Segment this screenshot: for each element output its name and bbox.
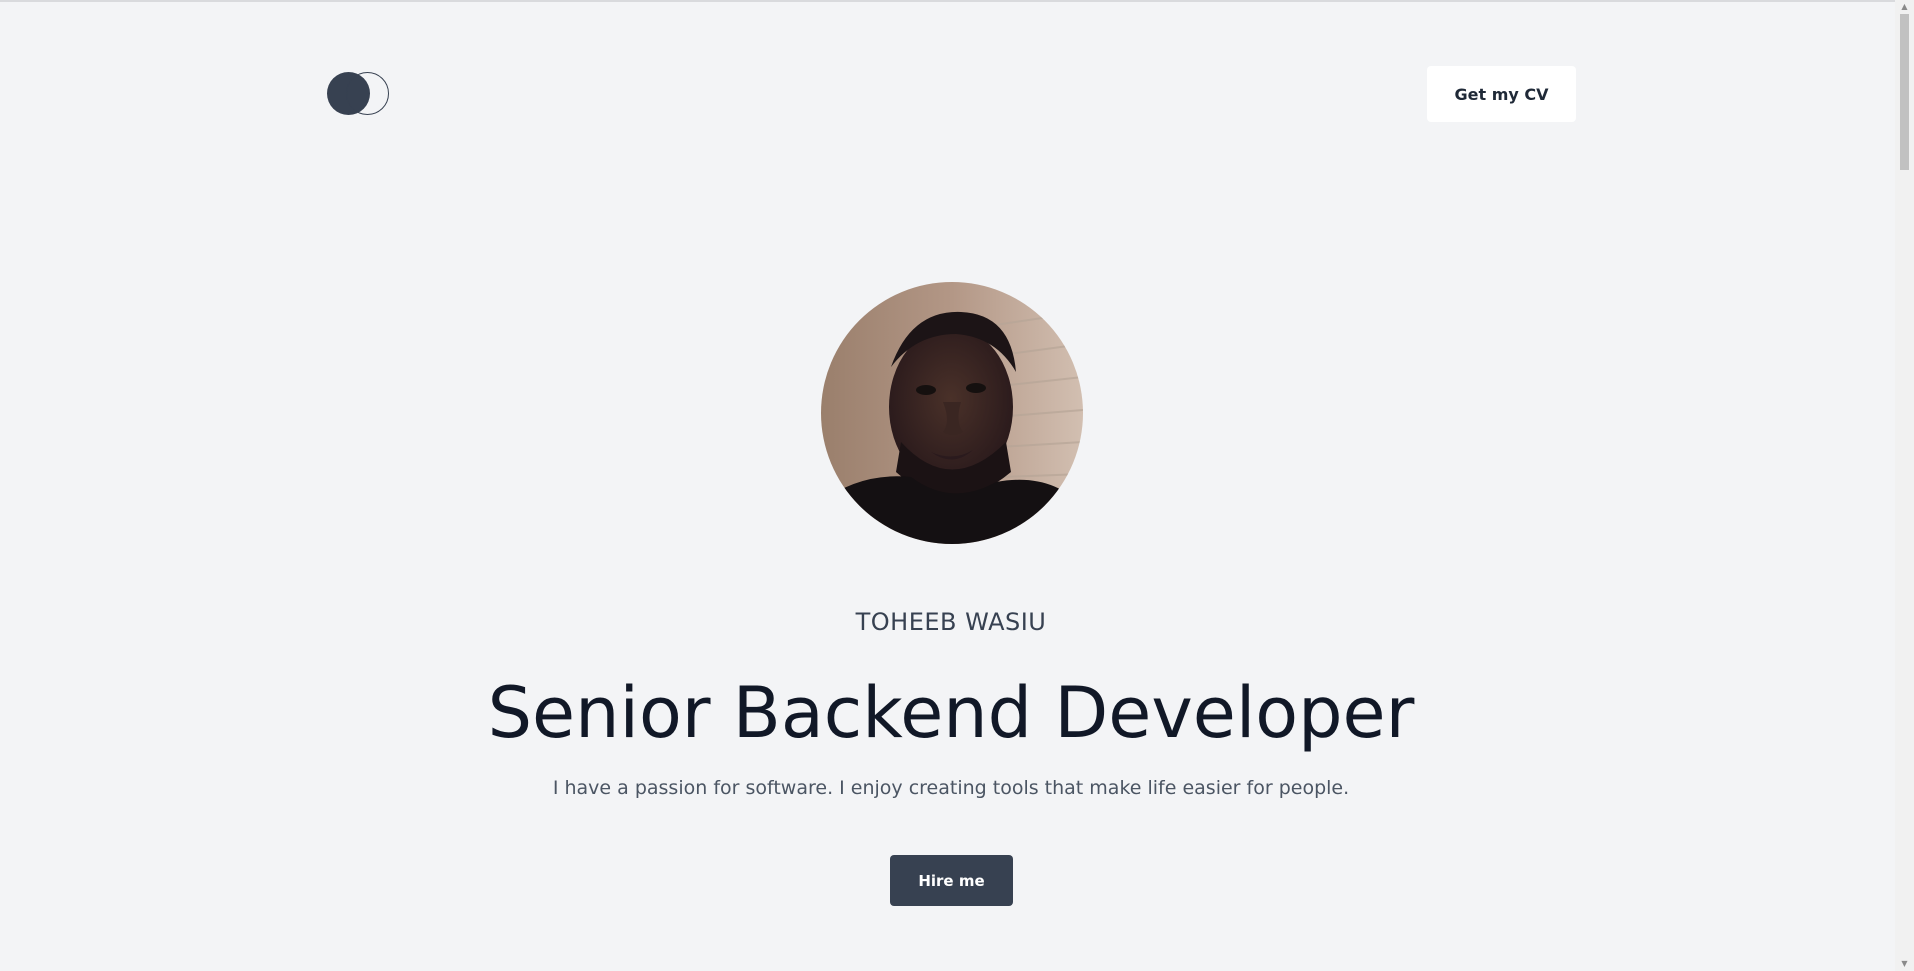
person-name: TOHEEB WASIU — [855, 608, 1047, 636]
logo[interactable] — [327, 72, 391, 116]
hire-me-button[interactable]: Hire me — [890, 855, 1013, 906]
avatar-photo — [821, 282, 1083, 544]
tagline: I have a passion for software. I enjoy c… — [552, 777, 1350, 799]
scrollbar-thumb[interactable] — [1900, 14, 1909, 170]
vertical-scrollbar[interactable]: ▲ ▼ — [1895, 0, 1914, 971]
scroll-down-arrow-icon[interactable]: ▼ — [1895, 957, 1914, 971]
scroll-up-arrow-icon[interactable]: ▲ — [1895, 0, 1914, 14]
avatar — [821, 282, 1083, 544]
get-cv-button[interactable]: Get my CV — [1427, 66, 1576, 122]
job-title-heading: Senior Backend Developer — [487, 672, 1415, 754]
page: Get my CV TOHEEB WASIU Senior Backend De… — [0, 0, 1895, 971]
logo-outline-circle-icon — [346, 72, 389, 115]
